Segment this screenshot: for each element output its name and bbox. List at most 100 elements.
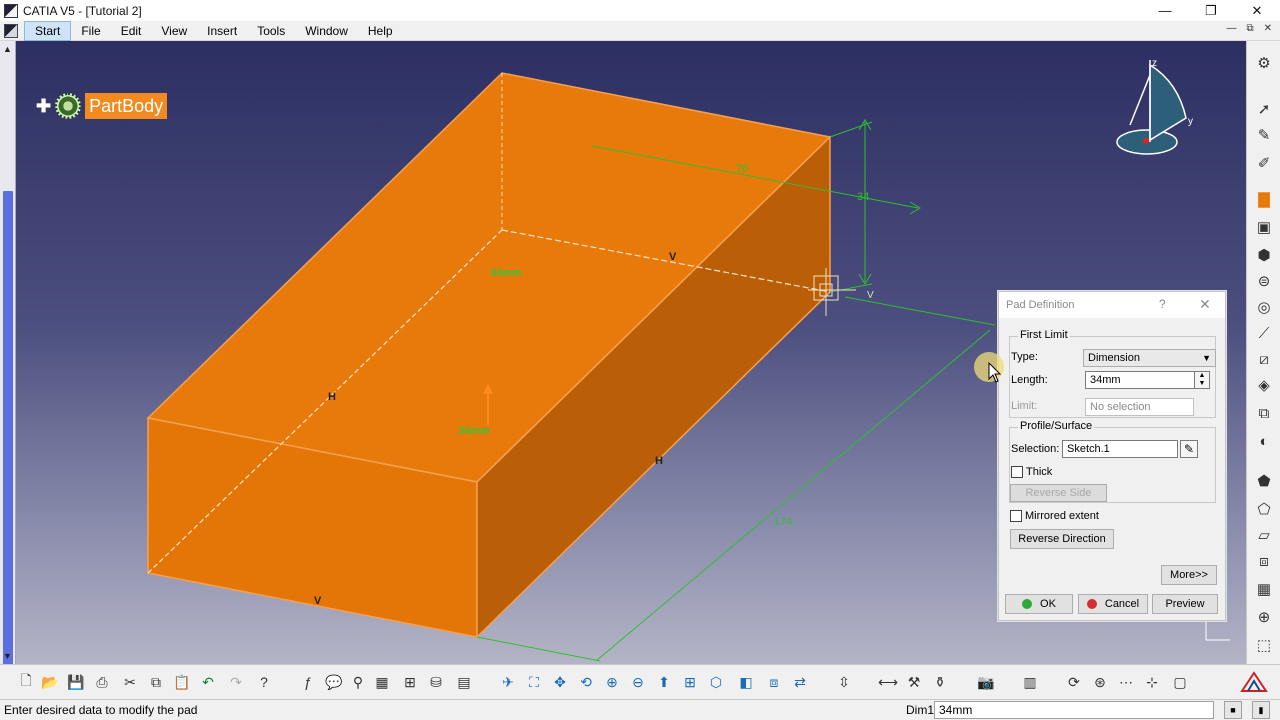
edit-sketch-icon[interactable]: ✎ (1180, 440, 1198, 458)
3d-view-icon[interactable]: ▢ (1170, 672, 1190, 692)
shell-icon[interactable]: ▱ (1254, 525, 1274, 545)
pocket-icon[interactable]: ▣ (1254, 217, 1274, 237)
close-icon[interactable]: ✕ (1234, 0, 1280, 21)
compass-icon[interactable]: z y (1116, 58, 1193, 155)
normal-view-icon[interactable]: ⬆ (654, 672, 674, 692)
doc-minimize-icon[interactable]: — (1226, 23, 1236, 34)
status-apply-icon[interactable]: ▮ (1252, 701, 1270, 719)
pan-icon[interactable]: ✥ (550, 672, 570, 692)
copy-icon[interactable]: ⧉ (146, 672, 166, 692)
document-icon[interactable] (4, 23, 18, 38)
zoom-in-icon[interactable]: ⊕ (602, 672, 622, 692)
height-dimension-text[interactable]: 34 (857, 191, 869, 203)
dialog-help-icon[interactable]: ? (1159, 297, 1166, 311)
cut-icon[interactable]: ✂ (120, 672, 140, 692)
print-icon[interactable]: ⎙ (92, 672, 112, 692)
pad-icon[interactable]: ▇ (1254, 189, 1274, 209)
fillet-icon[interactable]: ◐ (1254, 431, 1274, 451)
sketcher-grid-icon[interactable]: ⋯ (1116, 672, 1136, 692)
3d-compass-icon[interactable]: ⇳ (834, 672, 854, 692)
measure-icon[interactable]: ⛁ (426, 672, 446, 692)
rib-icon[interactable]: ⟋ (1254, 323, 1274, 343)
sketcher-icon[interactable]: ✐ (1254, 153, 1274, 173)
shaft-icon[interactable]: ⬢ (1254, 245, 1274, 265)
save-icon[interactable]: 💾 (66, 672, 86, 692)
open-icon[interactable]: 📂 (40, 672, 60, 692)
formula-icon[interactable]: ƒ (298, 672, 318, 692)
scroll-up-icon[interactable]: ▲ (3, 44, 12, 54)
pad-label-top[interactable]: 34mm (490, 267, 522, 279)
table-icon[interactable]: ▦ (372, 672, 392, 692)
dialog-close-icon[interactable]: ✕ (1199, 296, 1211, 313)
compass-settings-icon[interactable]: ⚙ (1254, 53, 1274, 73)
scroll-down-icon[interactable]: ▼ (3, 651, 12, 661)
more-button[interactable]: More>> (1161, 565, 1217, 585)
catalog-icon[interactable]: ⊞ (400, 672, 420, 692)
length-input[interactable]: 34mm (1085, 371, 1195, 389)
restore-icon[interactable]: ❐ (1188, 0, 1234, 21)
menu-window[interactable]: Window (295, 21, 358, 41)
hide-show-icon[interactable]: ⧈ (764, 672, 784, 692)
menu-help[interactable]: Help (358, 21, 403, 41)
expand-icon[interactable]: ✚ (36, 96, 51, 117)
apply-material-icon[interactable]: ▤ (454, 672, 474, 692)
dialog-title-bar[interactable]: Pad Definition ? ✕ (999, 292, 1225, 318)
reverse-side-button[interactable]: Reverse Side (1010, 484, 1107, 502)
grid-icon[interactable]: ▥ (1020, 672, 1040, 692)
render-icon[interactable]: ⚱ (930, 672, 950, 692)
status-stop-icon[interactable]: ■ (1224, 701, 1242, 719)
minimize-icon[interactable]: — (1142, 0, 1188, 21)
vertical-scrollbar[interactable]: ▲ ▼ (0, 41, 16, 681)
selection-input[interactable]: Sketch.1 (1062, 440, 1178, 458)
multi-view-icon[interactable]: ⊞ (680, 672, 700, 692)
thick-checkbox[interactable] (1011, 466, 1023, 478)
reverse-direction-button[interactable]: Reverse Direction (1010, 529, 1114, 549)
analysis-icon[interactable]: ⚒ (904, 672, 924, 692)
spec-tree-partbody[interactable]: ✚ PartBody (36, 93, 168, 119)
sketch-icon[interactable]: ✎ (1254, 125, 1274, 145)
fit-all-icon[interactable]: ⛶ (524, 672, 544, 692)
slot-icon[interactable]: ⧄ (1254, 349, 1274, 369)
menu-tools[interactable]: Tools (247, 21, 295, 41)
undo-icon[interactable]: ↶ (198, 672, 218, 692)
paste-icon[interactable]: 📋 (172, 672, 192, 692)
snap-icon[interactable]: ⊹ (1142, 672, 1162, 692)
menu-edit[interactable]: Edit (111, 21, 152, 41)
menu-start[interactable]: Start (24, 20, 72, 41)
select-icon[interactable]: ➚ (1254, 99, 1274, 119)
ok-button[interactable]: OK (1005, 594, 1073, 614)
other-icon[interactable]: ⬚ (1254, 635, 1274, 655)
menu-insert[interactable]: Insert (197, 21, 247, 41)
limit-input[interactable]: No selection (1085, 398, 1194, 416)
draft-icon[interactable]: ⬠ (1254, 499, 1274, 519)
fly-mode-icon[interactable]: ✈ (498, 672, 518, 692)
shading-icon[interactable]: ◧ (736, 672, 756, 692)
menu-file[interactable]: File (71, 21, 110, 41)
comment-icon[interactable]: 💬 (324, 672, 344, 692)
length-stepper[interactable]: ▲ ▼ (1194, 371, 1210, 389)
doc-restore-icon[interactable]: ⧉ (1246, 23, 1253, 34)
iso-view-icon[interactable]: ⬡ (706, 672, 726, 692)
length-dimension-text[interactable]: 76 (736, 163, 748, 175)
new-icon[interactable]: 🗋 (16, 672, 36, 692)
thickness-icon[interactable]: ⧈ (1254, 551, 1274, 571)
mirrored-extent-checkbox[interactable] (1010, 510, 1022, 522)
swap-icon[interactable]: ⇄ (790, 672, 810, 692)
knowledge-icon[interactable]: ⚲ (348, 672, 368, 692)
menu-view[interactable]: View (151, 21, 197, 41)
width-dimension-text[interactable]: 174 (774, 516, 792, 528)
partbody-icon[interactable] (55, 93, 82, 119)
partbody-label[interactable]: PartBody (85, 93, 168, 119)
update-icon[interactable]: ⟳ (1064, 672, 1084, 692)
body-icon[interactable]: ⊛ (1090, 672, 1110, 692)
doc-close-icon[interactable]: ✕ (1264, 23, 1272, 34)
thread-icon[interactable]: ▦ (1254, 579, 1274, 599)
type-select[interactable]: Dimension ▼ (1083, 349, 1216, 367)
pad-label-front[interactable]: 34mm (458, 425, 490, 437)
multisection-icon[interactable]: ⧉ (1254, 403, 1274, 423)
scroll-thumb[interactable] (3, 191, 13, 681)
cancel-button[interactable]: Cancel (1078, 594, 1148, 614)
stiffener-icon[interactable]: ◈ (1254, 375, 1274, 395)
rotate-icon[interactable]: ⟲ (576, 672, 596, 692)
camera-icon[interactable]: 📷 (976, 672, 996, 692)
